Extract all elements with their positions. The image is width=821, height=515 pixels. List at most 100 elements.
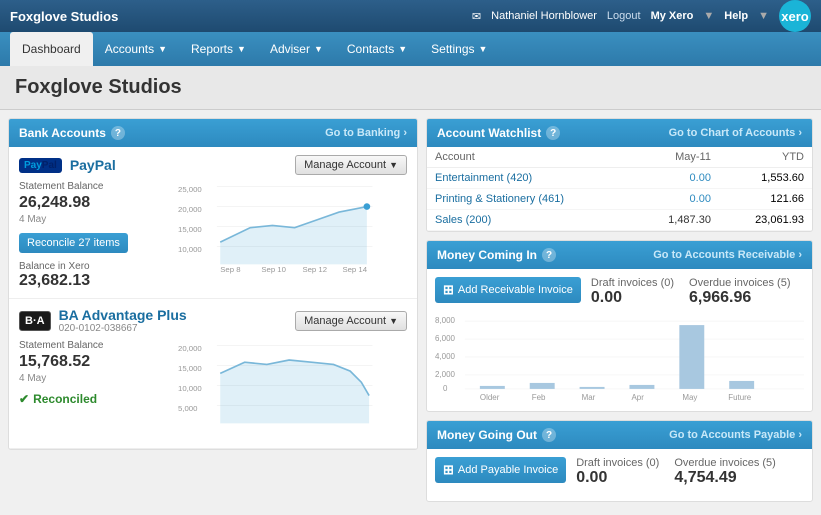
- go-to-banking-link[interactable]: Go to Banking ›: [325, 127, 407, 139]
- add-receivable-invoice-button[interactable]: ⊞ Add Receivable Invoice: [435, 277, 581, 303]
- paypal-manage-button[interactable]: Manage Account ▼: [295, 155, 407, 175]
- money-out-header: Money Going Out ? Go to Accounts Payable…: [427, 421, 812, 449]
- money-in-invoice-info: Draft invoices (0) 0.00 Overdue invoices…: [591, 277, 791, 307]
- money-in-chart-svg: 8,000 6,000 4,000 2,000 0: [435, 313, 804, 403]
- money-in-header: Money Coming In ? Go to Accounts Receiva…: [427, 241, 812, 269]
- ba-name: BA Advantage Plus: [59, 307, 187, 323]
- nav-reports[interactable]: Reports ▼: [179, 32, 258, 66]
- svg-text:2,000: 2,000: [435, 370, 456, 379]
- watchlist-row: Printing & Stationery (461) 0.00 121.66: [427, 189, 812, 210]
- svg-text:8,000: 8,000: [435, 316, 456, 325]
- svg-text:20,000: 20,000: [178, 205, 202, 214]
- app-brand: Foxglove Studios: [10, 9, 118, 24]
- nav-dashboard[interactable]: Dashboard: [10, 32, 93, 66]
- help-link[interactable]: Help: [724, 10, 748, 22]
- col-may11-header: May-11: [635, 147, 719, 168]
- ba-card-body: Statement Balance 15,768.52 4 May ✔ Reco…: [19, 340, 407, 440]
- ba-bank-card: B·A BA Advantage Plus 020-0102-038667 Ma…: [9, 299, 417, 449]
- paypal-statement-label: Statement Balance: [19, 181, 139, 192]
- ba-statement-label: Statement Balance: [19, 340, 139, 351]
- overdue-invoices-group: Overdue invoices (5) 6,966.96: [689, 277, 791, 307]
- ba-statement-date: 4 May: [19, 373, 139, 384]
- svg-text:May: May: [682, 393, 697, 402]
- watchlist-ytd: 1,553.60: [719, 168, 812, 189]
- paypal-name-row: PayPal PayPal: [19, 157, 116, 173]
- bank-accounts-title: Bank Accounts: [19, 126, 106, 140]
- paypal-mini-chart: 25,000 20,000 15,000 10,000 Sep 8 Sep 10: [149, 181, 407, 281]
- paypal-reconcile-button[interactable]: Reconcile 27 items: [19, 233, 128, 253]
- money-in-body: ⊞ Add Receivable Invoice Draft invoices …: [427, 269, 812, 411]
- svg-text:10,000: 10,000: [178, 245, 202, 254]
- add-payable-invoice-button[interactable]: ⊞ Add Payable Invoice: [435, 457, 566, 483]
- my-xero-link[interactable]: My Xero: [651, 10, 694, 22]
- money-going-out-panel: Money Going Out ? Go to Accounts Payable…: [426, 420, 813, 502]
- svg-text:Sep 10: Sep 10: [261, 265, 286, 274]
- watchlist-help-icon[interactable]: ?: [546, 126, 560, 140]
- watchlist-ytd: 121.66: [719, 189, 812, 210]
- go-to-receivable-link[interactable]: Go to Accounts Receivable ›: [653, 249, 802, 261]
- svg-text:Sep 12: Sep 12: [302, 265, 327, 274]
- money-in-chart: 8,000 6,000 4,000 2,000 0: [435, 313, 804, 403]
- col-account-header: Account: [427, 147, 635, 168]
- nav-accounts[interactable]: Accounts ▼: [93, 32, 179, 66]
- plus-icon: ⊞: [443, 282, 454, 298]
- paypal-statement-date: 4 May: [19, 214, 139, 225]
- main-content: Bank Accounts ? Go to Banking › PayPal P…: [0, 110, 821, 510]
- nav-settings[interactable]: Settings ▼: [419, 32, 499, 66]
- go-to-payable-link[interactable]: Go to Accounts Payable ›: [669, 429, 802, 441]
- svg-text:Sep 8: Sep 8: [220, 265, 240, 274]
- payable-overdue-label: Overdue invoices (5): [674, 457, 776, 469]
- logout-link[interactable]: Logout: [607, 10, 641, 22]
- nav-adviser[interactable]: Adviser ▼: [258, 32, 335, 66]
- money-in-help-icon[interactable]: ?: [542, 248, 556, 262]
- watchlist-row: Sales (200) 1,487.30 23,061.93: [427, 210, 812, 231]
- account-watchlist-panel: Account Watchlist ? Go to Chart of Accou…: [426, 118, 813, 232]
- money-out-help-icon[interactable]: ?: [542, 428, 556, 442]
- ba-manage-button[interactable]: Manage Account ▼: [295, 311, 407, 331]
- xero-logo: xero: [779, 0, 811, 32]
- draft-invoices-group: Draft invoices (0) 0.00: [591, 277, 674, 307]
- ba-logo: B·A: [19, 311, 51, 331]
- svg-text:Future: Future: [728, 393, 752, 402]
- go-to-chart-link[interactable]: Go to Chart of Accounts ›: [669, 127, 802, 139]
- ba-card-left: Statement Balance 15,768.52 4 May ✔ Reco…: [19, 340, 139, 440]
- nav-contacts[interactable]: Contacts ▼: [335, 32, 419, 66]
- bank-accounts-help-icon[interactable]: ?: [111, 126, 125, 140]
- ba-manage-arrow-icon: ▼: [389, 316, 398, 326]
- overdue-amount: 6,966.96: [689, 289, 791, 307]
- money-coming-in-panel: Money Coming In ? Go to Accounts Receiva…: [426, 240, 813, 412]
- svg-text:0: 0: [443, 384, 448, 393]
- watchlist-row: Entertainment (420) 0.00 1,553.60: [427, 168, 812, 189]
- watchlist-title: Account Watchlist: [437, 126, 541, 140]
- page-title: Foxglove Studios: [15, 76, 806, 99]
- svg-text:Mar: Mar: [582, 393, 596, 402]
- current-user: Nathaniel Hornblower: [491, 10, 597, 22]
- watchlist-account-name: Entertainment (420): [427, 168, 635, 189]
- ba-account-num: 020-0102-038667: [59, 323, 187, 334]
- money-out-title: Money Going Out: [437, 428, 537, 442]
- payable-overdue-amount: 4,754.49: [674, 469, 776, 487]
- draft-invoices-amount: 0.00: [591, 289, 674, 307]
- svg-text:15,000: 15,000: [178, 225, 202, 234]
- paypal-balance-label: Balance in Xero: [19, 261, 139, 272]
- ba-name-group: BA Advantage Plus 020-0102-038667: [59, 307, 187, 334]
- payable-draft-label: Draft invoices (0): [576, 457, 659, 469]
- manage-arrow-icon: ▼: [389, 160, 398, 170]
- paypal-card-left: Statement Balance 26,248.98 4 May Reconc…: [19, 181, 139, 290]
- money-out-body: ⊞ Add Payable Invoice Draft invoices (0)…: [427, 449, 812, 501]
- ba-mini-chart: 20,000 15,000 10,000 5,000: [149, 340, 407, 440]
- svg-text:Apr: Apr: [631, 393, 644, 402]
- svg-text:6,000: 6,000: [435, 334, 456, 343]
- col-ytd-header: YTD: [719, 147, 812, 168]
- paypal-card-body: Statement Balance 26,248.98 4 May Reconc…: [19, 181, 407, 290]
- svg-text:15,000: 15,000: [178, 364, 202, 373]
- watchlist-table: Account May-11 YTD Entertainment (420) 0…: [427, 147, 812, 231]
- money-in-title: Money Coming In: [437, 248, 537, 262]
- watchlist-header-row: Account May-11 YTD: [427, 147, 812, 168]
- watchlist-may11: 1,487.30: [635, 210, 719, 231]
- watchlist-may11: 0.00: [635, 168, 719, 189]
- money-in-top: ⊞ Add Receivable Invoice Draft invoices …: [435, 277, 804, 307]
- draft-invoices-label: Draft invoices (0): [591, 277, 674, 289]
- money-out-invoice-info: Draft invoices (0) 0.00 Overdue invoices…: [576, 457, 776, 487]
- page-title-bar: Foxglove Studios: [0, 66, 821, 110]
